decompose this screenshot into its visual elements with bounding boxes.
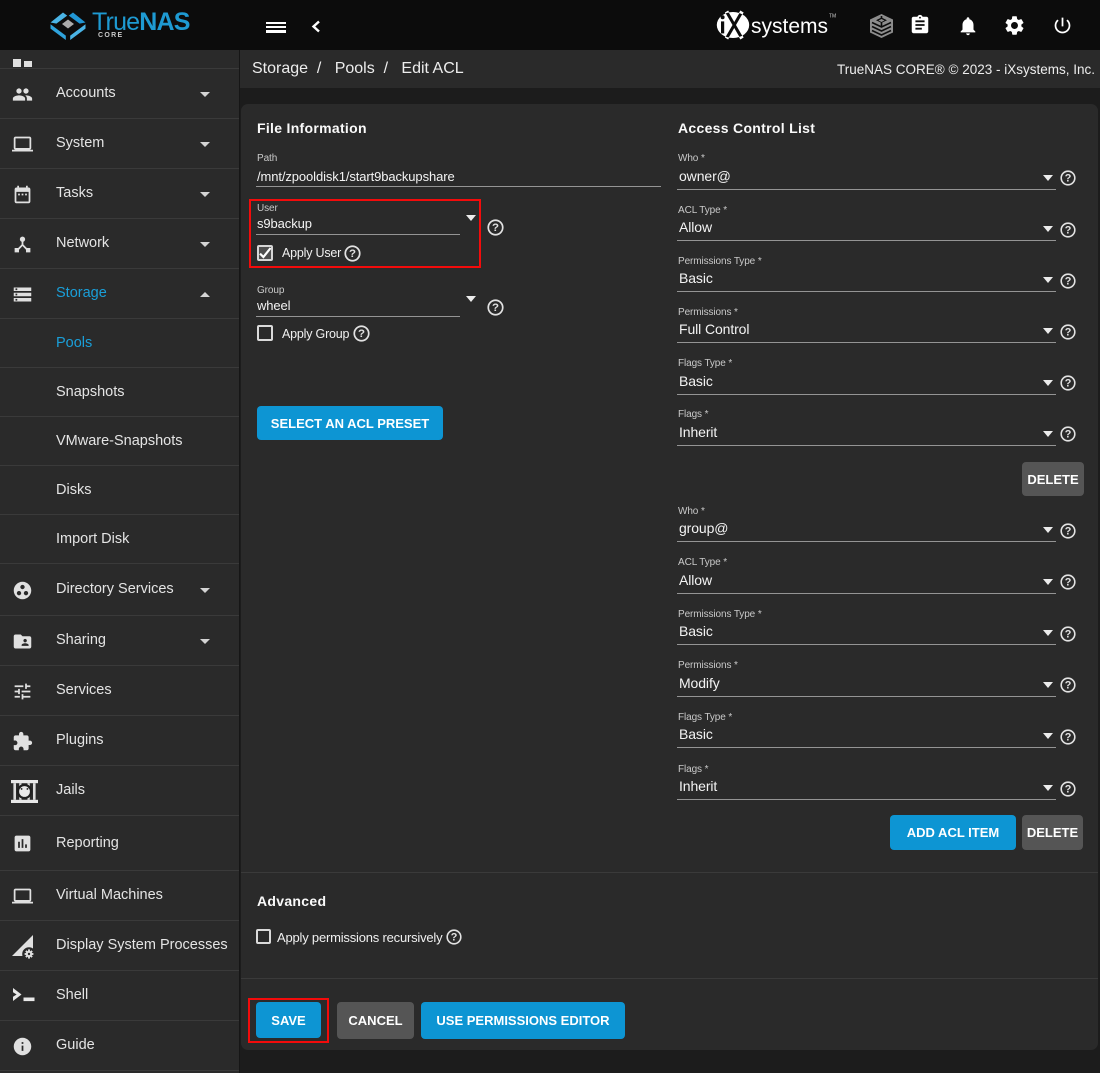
svg-text:?: ?: [1065, 628, 1072, 640]
svg-text:?: ?: [1065, 577, 1072, 589]
svg-text:systems: systems: [751, 15, 828, 38]
svg-text:?: ?: [1065, 680, 1072, 692]
svg-text:?: ?: [1065, 731, 1072, 743]
svg-text:?: ?: [492, 302, 499, 314]
svg-text:?: ?: [1065, 275, 1072, 287]
svg-text:?: ?: [1065, 326, 1072, 338]
svg-text:?: ?: [1065, 525, 1072, 537]
svg-text:?: ?: [348, 248, 355, 260]
svg-text:?: ?: [1065, 378, 1072, 390]
svg-text:?: ?: [492, 222, 499, 234]
svg-text:TM: TM: [829, 14, 836, 20]
svg-text:?: ?: [1065, 224, 1072, 236]
svg-text:?: ?: [357, 328, 364, 340]
svg-text:?: ?: [450, 932, 457, 944]
svg-text:?: ?: [1065, 173, 1072, 185]
svg-text:?: ?: [1065, 429, 1072, 441]
svg-text:?: ?: [1065, 783, 1072, 795]
